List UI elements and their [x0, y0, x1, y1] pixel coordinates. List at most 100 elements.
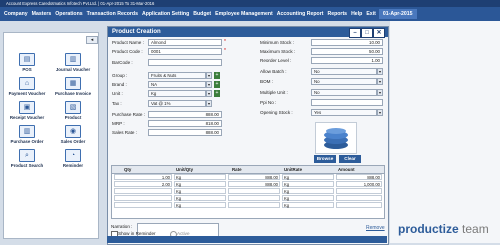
add-brand-button[interactable]: +: [214, 81, 220, 88]
title-bar: Account Express Caredotmatics Infotech P…: [0, 0, 500, 7]
tile-product[interactable]: ▧ Product: [52, 101, 94, 120]
chevron-down-icon[interactable]: ▾: [206, 90, 212, 97]
grid-cell-rate[interactable]: 888.00: [228, 174, 280, 180]
chevron-down-icon[interactable]: ▾: [206, 81, 212, 88]
menu-budget[interactable]: Budget: [193, 11, 211, 17]
grid-cell-unitrate[interactable]: Kg: [282, 202, 334, 208]
grid-cell-qty[interactable]: [114, 195, 172, 201]
grid-cell-amount[interactable]: 888.00: [336, 174, 382, 180]
window-title-bar: Product Creation – □ ✕: [108, 27, 388, 38]
tile-sales-order[interactable]: ◉ Sales Order: [52, 125, 94, 144]
menu-accounting-report[interactable]: Accounting Report: [277, 11, 324, 17]
ppi-input[interactable]: [311, 99, 383, 106]
tile-product-search[interactable]: ⌕ Product Search: [6, 149, 48, 168]
tile-label: Reminder: [62, 163, 84, 168]
bom-select[interactable]: No: [311, 78, 377, 85]
pos-icon: ▤: [19, 53, 35, 66]
grid-cell-amount[interactable]: [336, 188, 382, 194]
menu-employee-management[interactable]: Employee Management: [215, 11, 273, 17]
clear-button[interactable]: Clear: [339, 155, 361, 163]
min-stock-input[interactable]: 10.00: [311, 39, 383, 46]
product-code-label: Product Code :: [112, 49, 143, 54]
browse-button[interactable]: Browse: [314, 155, 336, 163]
close-button[interactable]: ✕: [373, 28, 385, 38]
sales-rate-input[interactable]: 888.00: [148, 129, 222, 136]
grid-cell-rate[interactable]: [228, 202, 280, 208]
chevron-down-icon[interactable]: ▾: [206, 72, 212, 79]
purchase-rate-input[interactable]: 888.00: [148, 111, 222, 118]
max-stock-label: Maximum Stock :: [260, 49, 296, 54]
max-stock-input[interactable]: 50.00: [311, 48, 383, 55]
reorder-level-input[interactable]: 1.00: [311, 57, 383, 64]
allow-batch-select[interactable]: No: [311, 68, 377, 75]
maximize-button[interactable]: □: [361, 28, 373, 38]
col-qty: Qty: [124, 167, 132, 172]
grid-cell-unit[interactable]: Kg: [174, 174, 226, 180]
unit-select[interactable]: Kg: [148, 90, 206, 97]
tile-payment-voucher[interactable]: ⌂ Payment Voucher: [6, 77, 48, 96]
coin-stack-icon: [324, 128, 348, 149]
chevron-down-icon[interactable]: ▾: [206, 100, 212, 107]
tile-pos[interactable]: ▤ POS: [6, 53, 48, 72]
tile-label: Purchase Invoice: [54, 91, 92, 96]
remove-link[interactable]: Remove: [366, 225, 385, 231]
grid-cell-unit[interactable]: Kg: [174, 202, 226, 208]
grid-cell-rate[interactable]: [228, 195, 280, 201]
grid-cell-qty[interactable]: [114, 188, 172, 194]
tile-purchase-invoice[interactable]: ▦ Purchase Invoice: [52, 77, 94, 96]
grid-cell-rate[interactable]: 888.00: [228, 181, 280, 187]
grid-cell-unitrate[interactable]: Kg: [282, 174, 334, 180]
barcode-input[interactable]: [148, 59, 222, 66]
grid-cell-qty[interactable]: [114, 202, 172, 208]
tile-reminder[interactable]: ◔ Reminder: [52, 149, 94, 168]
grid-cell-unit[interactable]: Kg: [174, 181, 226, 187]
menu-application-setting[interactable]: Application Setting: [142, 11, 189, 17]
group-select[interactable]: Fruits & Nuts: [148, 72, 206, 79]
add-unit-button[interactable]: +: [214, 90, 220, 97]
unit-rate-grid: Qty Unit/Qty Rate UnitRate Amount 1.00 K…: [111, 165, 385, 219]
sales-rate-label: Sales Rate :: [112, 130, 138, 135]
grid-cell-amount[interactable]: [336, 195, 382, 201]
watermark: productize team: [398, 222, 489, 236]
grid-cell-unitrate[interactable]: Kg: [282, 181, 334, 187]
grid-cell-unit[interactable]: Kg: [174, 195, 226, 201]
grid-cell-unitrate[interactable]: Kg: [282, 188, 334, 194]
opening-stock-select[interactable]: Yes: [311, 109, 377, 116]
tile-purchase-order[interactable]: ▥ Purchase Order: [6, 125, 48, 144]
brand-select[interactable]: NA: [148, 81, 206, 88]
chevron-down-icon[interactable]: ▾: [377, 78, 383, 85]
required-marker: *: [224, 39, 226, 45]
grid-cell-amount[interactable]: 1,000.00: [336, 181, 382, 187]
chevron-down-icon[interactable]: ▾: [377, 89, 383, 96]
grid-cell-qty[interactable]: 1.00: [114, 174, 172, 180]
menu-company[interactable]: Company: [4, 11, 28, 17]
menu-masters[interactable]: Masters: [32, 11, 52, 17]
grid-cell-qty[interactable]: 2.00: [114, 181, 172, 187]
product-name-input[interactable]: Almond: [148, 39, 222, 46]
chevron-down-icon[interactable]: ▾: [377, 68, 383, 75]
mrp-input[interactable]: 818.00: [148, 120, 222, 127]
multiple-unit-select[interactable]: No: [311, 89, 377, 96]
tile-journal-voucher[interactable]: ▥ Journal Voucher: [52, 53, 94, 72]
shortcut-panel: ▤ POS ▥ Journal Voucher ⌂ Payment Voucher ▦…: [3, 32, 99, 239]
receipt-icon: ▣: [19, 101, 35, 114]
minimize-button[interactable]: –: [349, 28, 361, 38]
date-badge[interactable]: 01-Apr-2015: [378, 9, 417, 19]
collapse-panel-button[interactable]: ◂: [86, 36, 98, 44]
chevron-down-icon[interactable]: ▾: [377, 109, 383, 116]
product-code-input[interactable]: 0001: [148, 48, 222, 55]
grid-cell-amount[interactable]: [336, 202, 382, 208]
menu-exit[interactable]: Exit: [366, 11, 376, 17]
tile-receipt-voucher[interactable]: ▣ Receipt Voucher: [6, 101, 48, 120]
add-group-button[interactable]: +: [214, 72, 220, 79]
menu-reports[interactable]: Reports: [327, 11, 347, 17]
menu-operations[interactable]: Operations: [55, 11, 82, 17]
grid-cell-unit[interactable]: Kg: [174, 188, 226, 194]
menu-help[interactable]: Help: [351, 11, 362, 17]
tax-select[interactable]: Vat @ 1%: [148, 100, 206, 107]
mrp-label: MRP :: [112, 121, 125, 126]
reorder-level-label: Reorder Level :: [260, 58, 292, 63]
grid-cell-rate[interactable]: [228, 188, 280, 194]
menu-transaction-records[interactable]: Transaction Records: [87, 11, 138, 17]
grid-cell-unitrate[interactable]: Kg: [282, 195, 334, 201]
